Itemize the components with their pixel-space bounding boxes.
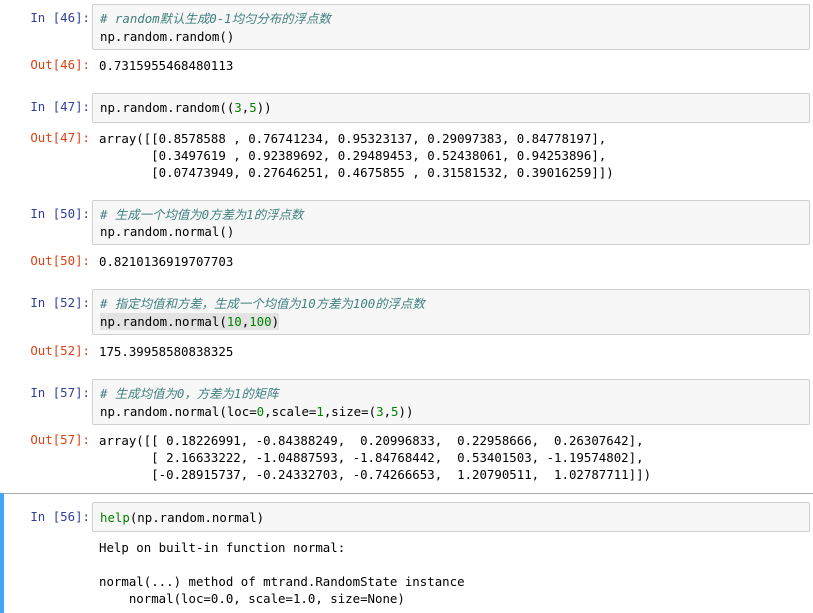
- code-token: (np.random.normal): [129, 510, 265, 525]
- out-prompt: Out[50]:: [30, 253, 90, 268]
- code-comment: # 生成均值为0，方差为1的矩阵: [100, 386, 279, 401]
- code-token: )): [398, 404, 414, 419]
- code-number: 5: [391, 404, 399, 419]
- code-token: np.random.normal(loc: [100, 404, 250, 419]
- code-input[interactable]: # 生成一个均值为0方差为1的浮点数 np.random.normal(): [92, 200, 810, 245]
- output-text: 0.8210136919707703: [99, 254, 234, 269]
- code-number: 10: [226, 314, 242, 329]
- output-line: [-0.28915737, -0.24332703, -0.74266653, …: [99, 467, 652, 482]
- code-operator: =: [249, 404, 257, 419]
- in-prompt: In [47]:: [30, 99, 90, 114]
- code-line: np.random.normal(10,100): [100, 313, 280, 330]
- code-comment: # 生成一个均值为0方差为1的浮点数: [100, 207, 304, 222]
- out-prompt: Out[47]:: [30, 130, 90, 145]
- output-line: [ 2.16633222, -1.04887593, -1.84768442, …: [99, 450, 644, 465]
- code-token: ,scale: [264, 404, 309, 419]
- output-line: normal(loc=0.0, scale=1.0, size=None): [99, 591, 405, 606]
- code-line: help(np.random.normal): [100, 509, 264, 526]
- output-line: [0.3497619 , 0.92389692, 0.29489453, 0.5…: [99, 148, 607, 163]
- in-prompt: In [46]:: [30, 10, 90, 25]
- in-prompt: In [52]:: [30, 295, 90, 310]
- code-builtin: help: [100, 510, 130, 525]
- code-line: np.random.normal(): [100, 224, 235, 239]
- code-input[interactable]: # 生成均值为0，方差为1的矩阵 np.random.normal(loc=0,…: [92, 379, 810, 425]
- in-prompt: In [50]:: [30, 206, 90, 221]
- code-number: 1: [316, 404, 324, 419]
- code-number: 100: [249, 314, 272, 329]
- output-line: Help on built-in function normal:: [99, 540, 346, 555]
- code-token: np.random.random((: [100, 100, 235, 115]
- code-token: )): [256, 100, 272, 115]
- code-input[interactable]: # random默认生成0-1均匀分布的浮点数 np.random.random…: [92, 4, 810, 50]
- output-line: array([[0.8578588 , 0.76741234, 0.953231…: [99, 131, 607, 146]
- code-number: 3: [234, 100, 242, 115]
- code-token: ): [271, 314, 280, 329]
- output-text: 0.7315955468480113: [99, 58, 234, 73]
- in-prompt: In [56]:: [30, 509, 90, 524]
- code-input[interactable]: np.random.random((3,5)): [92, 93, 810, 123]
- code-input[interactable]: # 指定均值和方差，生成一个均值为10方差为100的浮点数 np.random.…: [92, 289, 810, 335]
- code-comment: # 指定均值和方差，生成一个均值为10方差为100的浮点数: [100, 296, 425, 311]
- code-token: ,: [383, 404, 392, 419]
- code-comment: # random默认生成0-1均匀分布的浮点数: [100, 11, 331, 26]
- in-prompt: In [57]:: [30, 385, 90, 400]
- output-text: 175.39958580838325: [99, 344, 234, 359]
- out-prompt: Out[46]:: [30, 57, 90, 72]
- output-line: normal(...) method of mtrand.RandomState…: [99, 574, 465, 589]
- code-input[interactable]: help(np.random.normal): [92, 502, 810, 532]
- code-token: (: [368, 404, 377, 419]
- output-line: array([[ 0.18226991, -0.84388249, 0.2099…: [99, 433, 644, 448]
- output-line: [0.07473949, 0.27646251, 0.4675855 , 0.3…: [99, 165, 614, 180]
- out-prompt: Out[52]:: [30, 343, 90, 358]
- code-number: 5: [249, 100, 257, 115]
- code-token: np.random.normal(: [100, 314, 227, 329]
- code-token: ,size: [323, 404, 362, 419]
- code-operator: =: [361, 404, 369, 419]
- code-line: np.random.random(): [100, 29, 235, 44]
- code-line: np.random.random((3,5)): [100, 99, 272, 116]
- out-prompt: Out[57]:: [30, 432, 90, 447]
- code-number: 3: [376, 404, 384, 419]
- code-line: np.random.normal(loc=0,scale=1,size=(3,5…: [100, 403, 413, 420]
